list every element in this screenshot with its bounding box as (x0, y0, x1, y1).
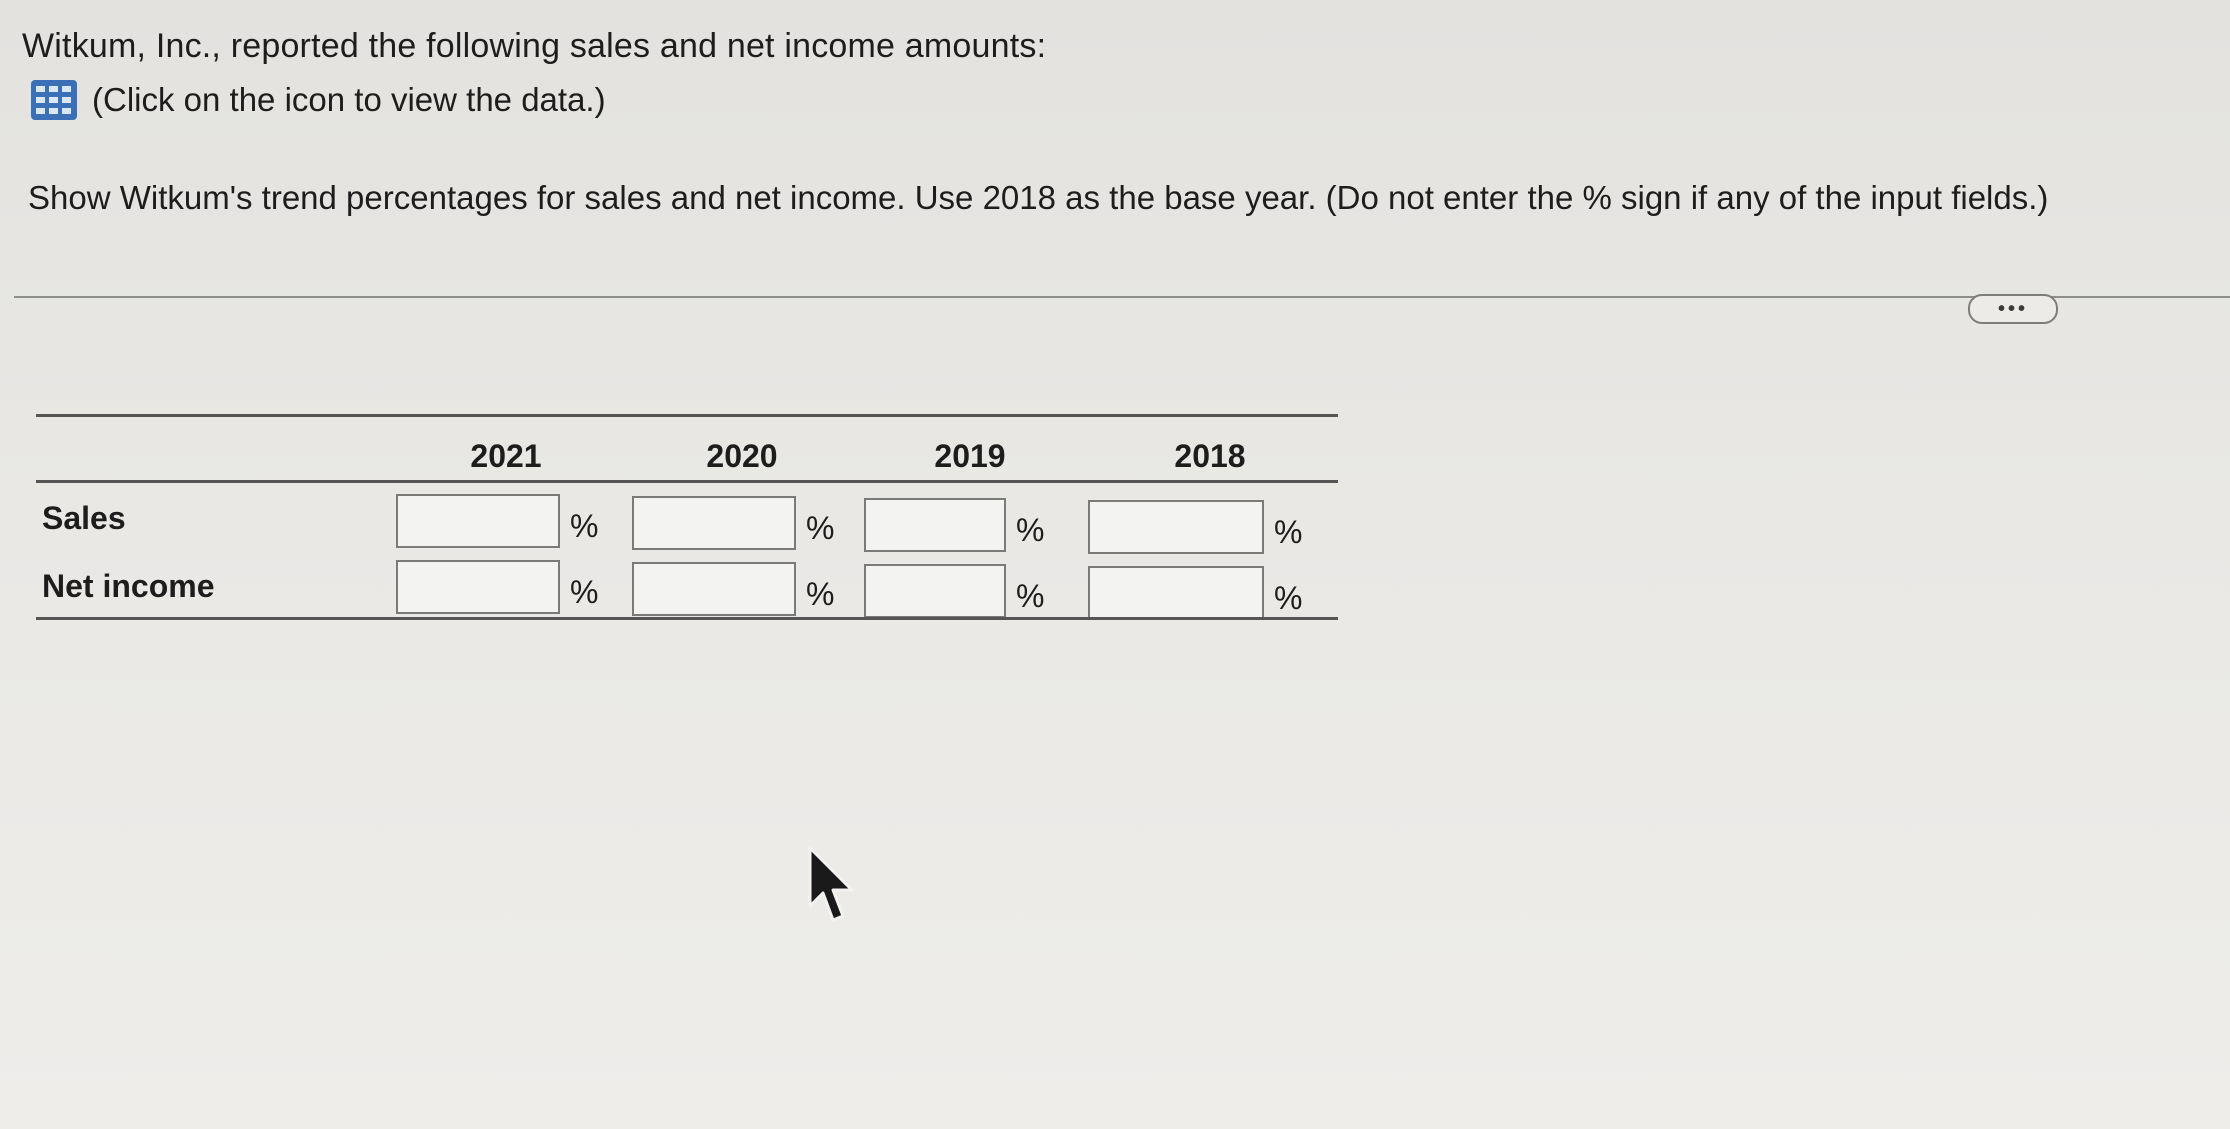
net-income-2020-percent: % (806, 576, 835, 612)
net-income-2021-input[interactable] (396, 560, 560, 614)
section-divider (14, 296, 2230, 298)
view-data-label[interactable]: (Click on the icon to view the data.) (92, 81, 606, 119)
mouse-pointer-icon (808, 846, 854, 922)
sales-2021-percent: % (570, 508, 599, 544)
sales-2019-percent: % (1016, 512, 1045, 548)
net-income-2018-input[interactable] (1088, 566, 1264, 620)
view-data-link[interactable]: (Click on the icon to view the data.) (30, 78, 606, 122)
more-options-button[interactable]: ••• (1968, 294, 2058, 324)
question-page: Witkum, Inc., reported the following sal… (0, 0, 2230, 1129)
column-header-2020: 2020 (706, 438, 778, 474)
table-header-rule (36, 480, 1338, 483)
table-bottom-rule (36, 617, 1338, 620)
net-income-2019-percent: % (1016, 578, 1045, 614)
column-header-2019: 2019 (934, 438, 1006, 474)
net-income-2021-percent: % (570, 574, 599, 610)
question-intro: Witkum, Inc., reported the following sal… (22, 27, 1047, 65)
row-label-sales: Sales (42, 500, 126, 536)
sales-2020-percent: % (806, 510, 835, 546)
sales-2019-input[interactable] (864, 498, 1006, 552)
sales-2018-percent: % (1274, 514, 1303, 550)
net-income-2020-input[interactable] (632, 562, 796, 616)
column-header-2018: 2018 (1174, 438, 1246, 474)
table-top-rule (36, 414, 1338, 417)
row-label-net-income: Net income (42, 568, 215, 604)
column-header-2021: 2021 (470, 438, 542, 474)
sales-2020-input[interactable] (632, 496, 796, 550)
table-grid-icon[interactable] (30, 79, 78, 121)
net-income-2018-percent: % (1274, 580, 1303, 616)
question-instruction: Show Witkum's trend percentages for sale… (28, 179, 2049, 216)
net-income-2019-input[interactable] (864, 564, 1006, 618)
sales-2021-input[interactable] (396, 494, 560, 548)
sales-2018-input[interactable] (1088, 500, 1264, 554)
